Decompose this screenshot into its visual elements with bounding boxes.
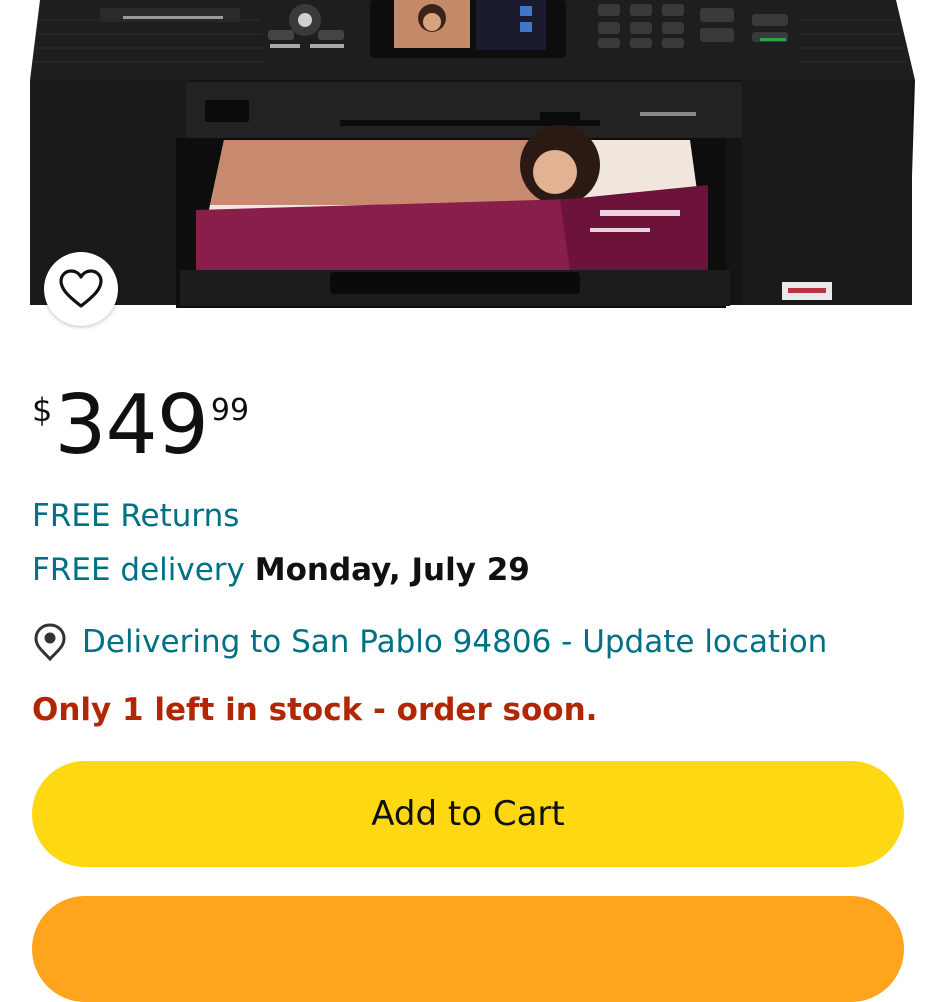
stock-status: Only 1 left in stock - order soon. <box>32 692 598 728</box>
product-image[interactable] <box>0 0 936 330</box>
free-returns-link[interactable]: FREE Returns <box>32 494 239 538</box>
location-pin-icon <box>32 622 68 662</box>
printer-illustration <box>30 0 915 308</box>
free-delivery-link[interactable]: FREE delivery <box>32 552 245 588</box>
wishlist-heart-button[interactable] <box>44 252 118 326</box>
delivery-location-text: Delivering to San Pablo 94806 - Update l… <box>82 624 828 660</box>
price-currency-symbol: $ <box>32 391 53 429</box>
delivery-date: Monday, July 29 <box>254 552 530 588</box>
buy-now-button[interactable] <box>32 896 904 1002</box>
add-to-cart-button[interactable]: Add to Cart <box>32 761 904 867</box>
price-whole: 349 <box>54 378 209 473</box>
heart-icon <box>59 269 103 308</box>
price-fraction: 99 <box>210 393 250 428</box>
delivery-info: FREE delivery Monday, July 29 <box>32 548 530 592</box>
delivery-location-link[interactable]: Delivering to San Pablo 94806 - Update l… <box>32 620 827 664</box>
product-price: $ 349 99 <box>32 376 249 476</box>
